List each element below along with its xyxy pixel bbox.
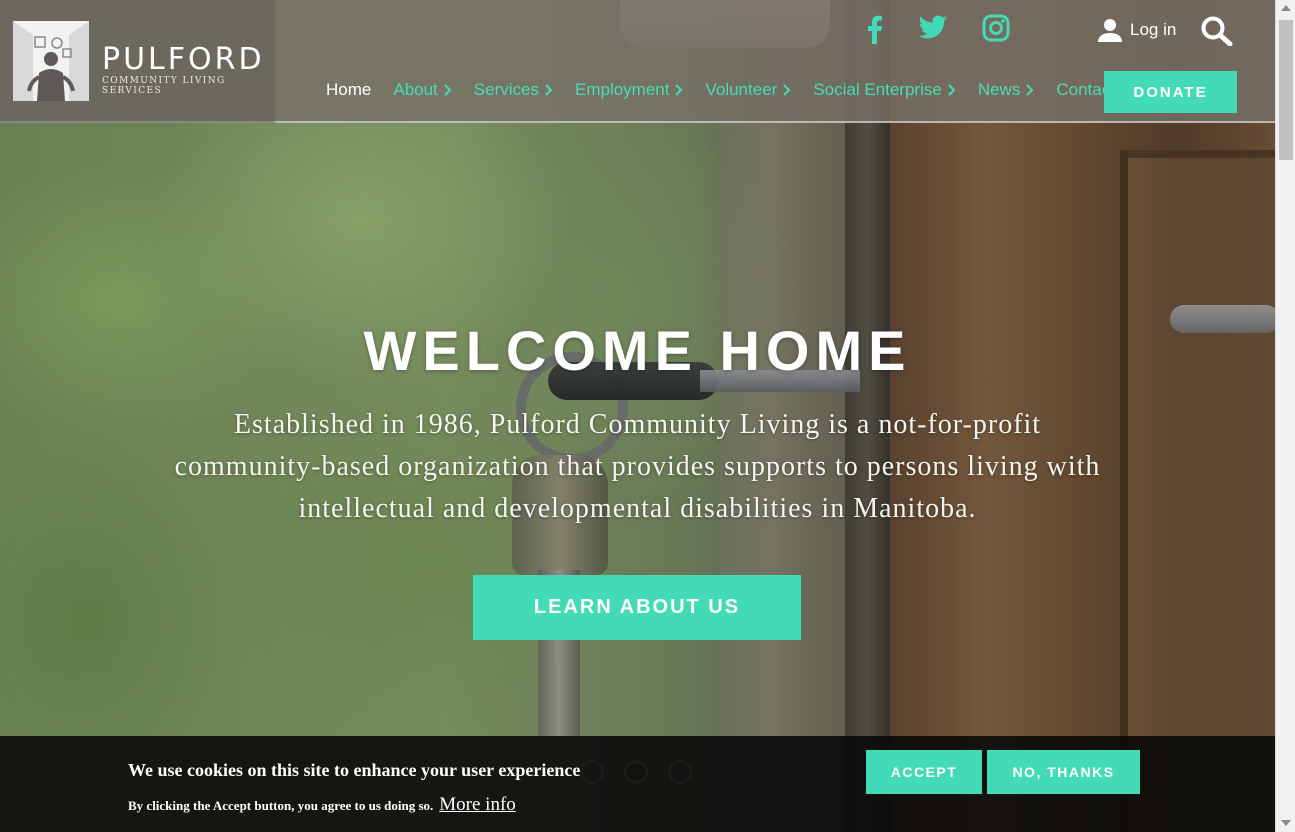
nav-label: Volunteer <box>705 80 778 99</box>
chevron-right-icon <box>545 84 553 96</box>
scroll-up-arrow-icon[interactable] <box>1281 5 1291 11</box>
chevron-right-icon <box>444 84 452 96</box>
donate-button[interactable]: DONATE <box>1104 71 1237 113</box>
cookie-title: We use cookies on this site to enhance y… <box>128 760 581 780</box>
login-link[interactable]: Log in <box>1098 18 1176 42</box>
cookie-banner: We use cookies on this site to enhance y… <box>0 736 1275 832</box>
twitter-icon[interactable] <box>918 14 948 47</box>
nav-item-services[interactable]: Services <box>474 80 553 100</box>
nav-label: Social Enterprise <box>813 80 942 99</box>
cookie-text-row: By clicking the Accept button, you agree… <box>128 794 516 816</box>
chevron-right-icon <box>1026 84 1034 96</box>
cookie-text: By clicking the Accept button, you agree… <box>128 798 434 813</box>
nav-label: Employment <box>574 80 670 99</box>
chevron-right-icon <box>675 84 683 96</box>
nav-label: Home <box>326 80 372 99</box>
nav-item-about[interactable]: About <box>393 80 452 100</box>
search-icon[interactable] <box>1200 16 1234 47</box>
hero-text: Established in 1986, Pulford Community L… <box>174 409 1101 524</box>
chevron-right-icon <box>948 84 956 96</box>
nav-label: Services <box>473 80 539 99</box>
accept-button[interactable]: ACCEPT <box>866 750 982 794</box>
chevron-right-icon <box>783 84 791 96</box>
nav-item-home[interactable]: Home <box>326 80 371 100</box>
scrollbar-thumb[interactable] <box>1279 20 1293 160</box>
nav-label: News <box>977 80 1021 99</box>
facebook-icon[interactable] <box>862 14 886 49</box>
hero-title: WELCOME HOME <box>363 319 912 382</box>
brand-name: PULFORD <box>102 42 265 77</box>
nav-item-social-enterprise[interactable]: Social Enterprise <box>813 80 956 100</box>
site-header: PULFORD COMMUNITY LIVING SERVICES Log in… <box>0 0 1275 123</box>
scroll-down-arrow-icon[interactable] <box>1281 820 1291 826</box>
instagram-icon[interactable] <box>982 14 1010 47</box>
logo-link[interactable]: PULFORD COMMUNITY LIVING SERVICES <box>0 0 275 123</box>
logo-icon <box>13 21 89 101</box>
nav-item-news[interactable]: News <box>978 80 1035 100</box>
nav-label: About <box>393 80 438 99</box>
main-nav: Home About Services Employment Volunteer… <box>326 80 1137 100</box>
login-label: Log in <box>1130 20 1177 39</box>
learn-about-us-button[interactable]: LEARN ABOUT US <box>473 575 801 640</box>
no-thanks-button[interactable]: NO, THANKS <box>987 750 1140 794</box>
more-info-link[interactable]: More info <box>439 794 516 816</box>
nav-item-employment[interactable]: Employment <box>575 80 683 100</box>
nav-item-volunteer[interactable]: Volunteer <box>705 80 791 100</box>
brand-tagline: COMMUNITY LIVING SERVICES <box>102 76 226 96</box>
scrollbar[interactable] <box>1275 0 1295 832</box>
user-icon <box>1098 19 1122 42</box>
